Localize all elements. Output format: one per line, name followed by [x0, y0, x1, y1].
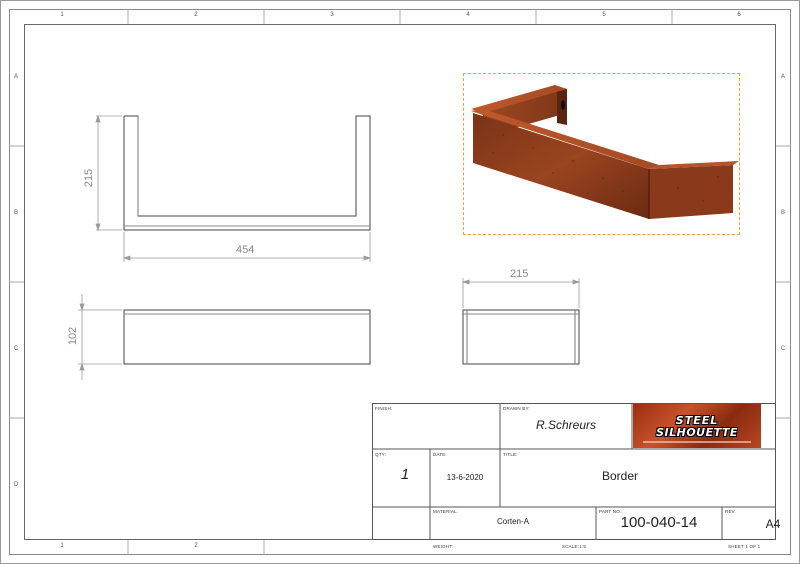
qty-label: QTY: [375, 452, 387, 457]
drawn-by-label: DRAWN BY: [503, 406, 530, 411]
material-value: Corten-A [496, 517, 529, 526]
sheet-value: SHEET 1 OF 1 [728, 544, 761, 549]
drawn-by-value: R.Schreurs [535, 418, 597, 432]
scale-value: SCALE:1:5 [562, 544, 587, 549]
date-value: 13-6-2020 [446, 473, 484, 482]
title-label: TITLE: [503, 452, 518, 457]
date-label: DATE: [433, 452, 447, 457]
weight-label: WEIGHT: [433, 544, 454, 549]
steel-silhouette-logo: STEEL SILHOUETTE [633, 404, 761, 448]
logo-tagline-strip [643, 441, 751, 443]
material-label: MATERIAL: [433, 509, 459, 514]
drawing-sheet: 1 2 3 4 5 6 1 2 A B C D A B C 215 454 10… [0, 0, 800, 564]
qty-value: 1 [400, 466, 410, 483]
rev-label: REV. [725, 509, 736, 514]
part-no-value: 100-040-14 [620, 514, 698, 531]
sheet-size-value: A4 [765, 517, 781, 531]
title-value: Border [601, 469, 639, 483]
logo-line-2: SILHOUETTE [656, 426, 738, 439]
finish-label: FINISH: [375, 406, 393, 411]
